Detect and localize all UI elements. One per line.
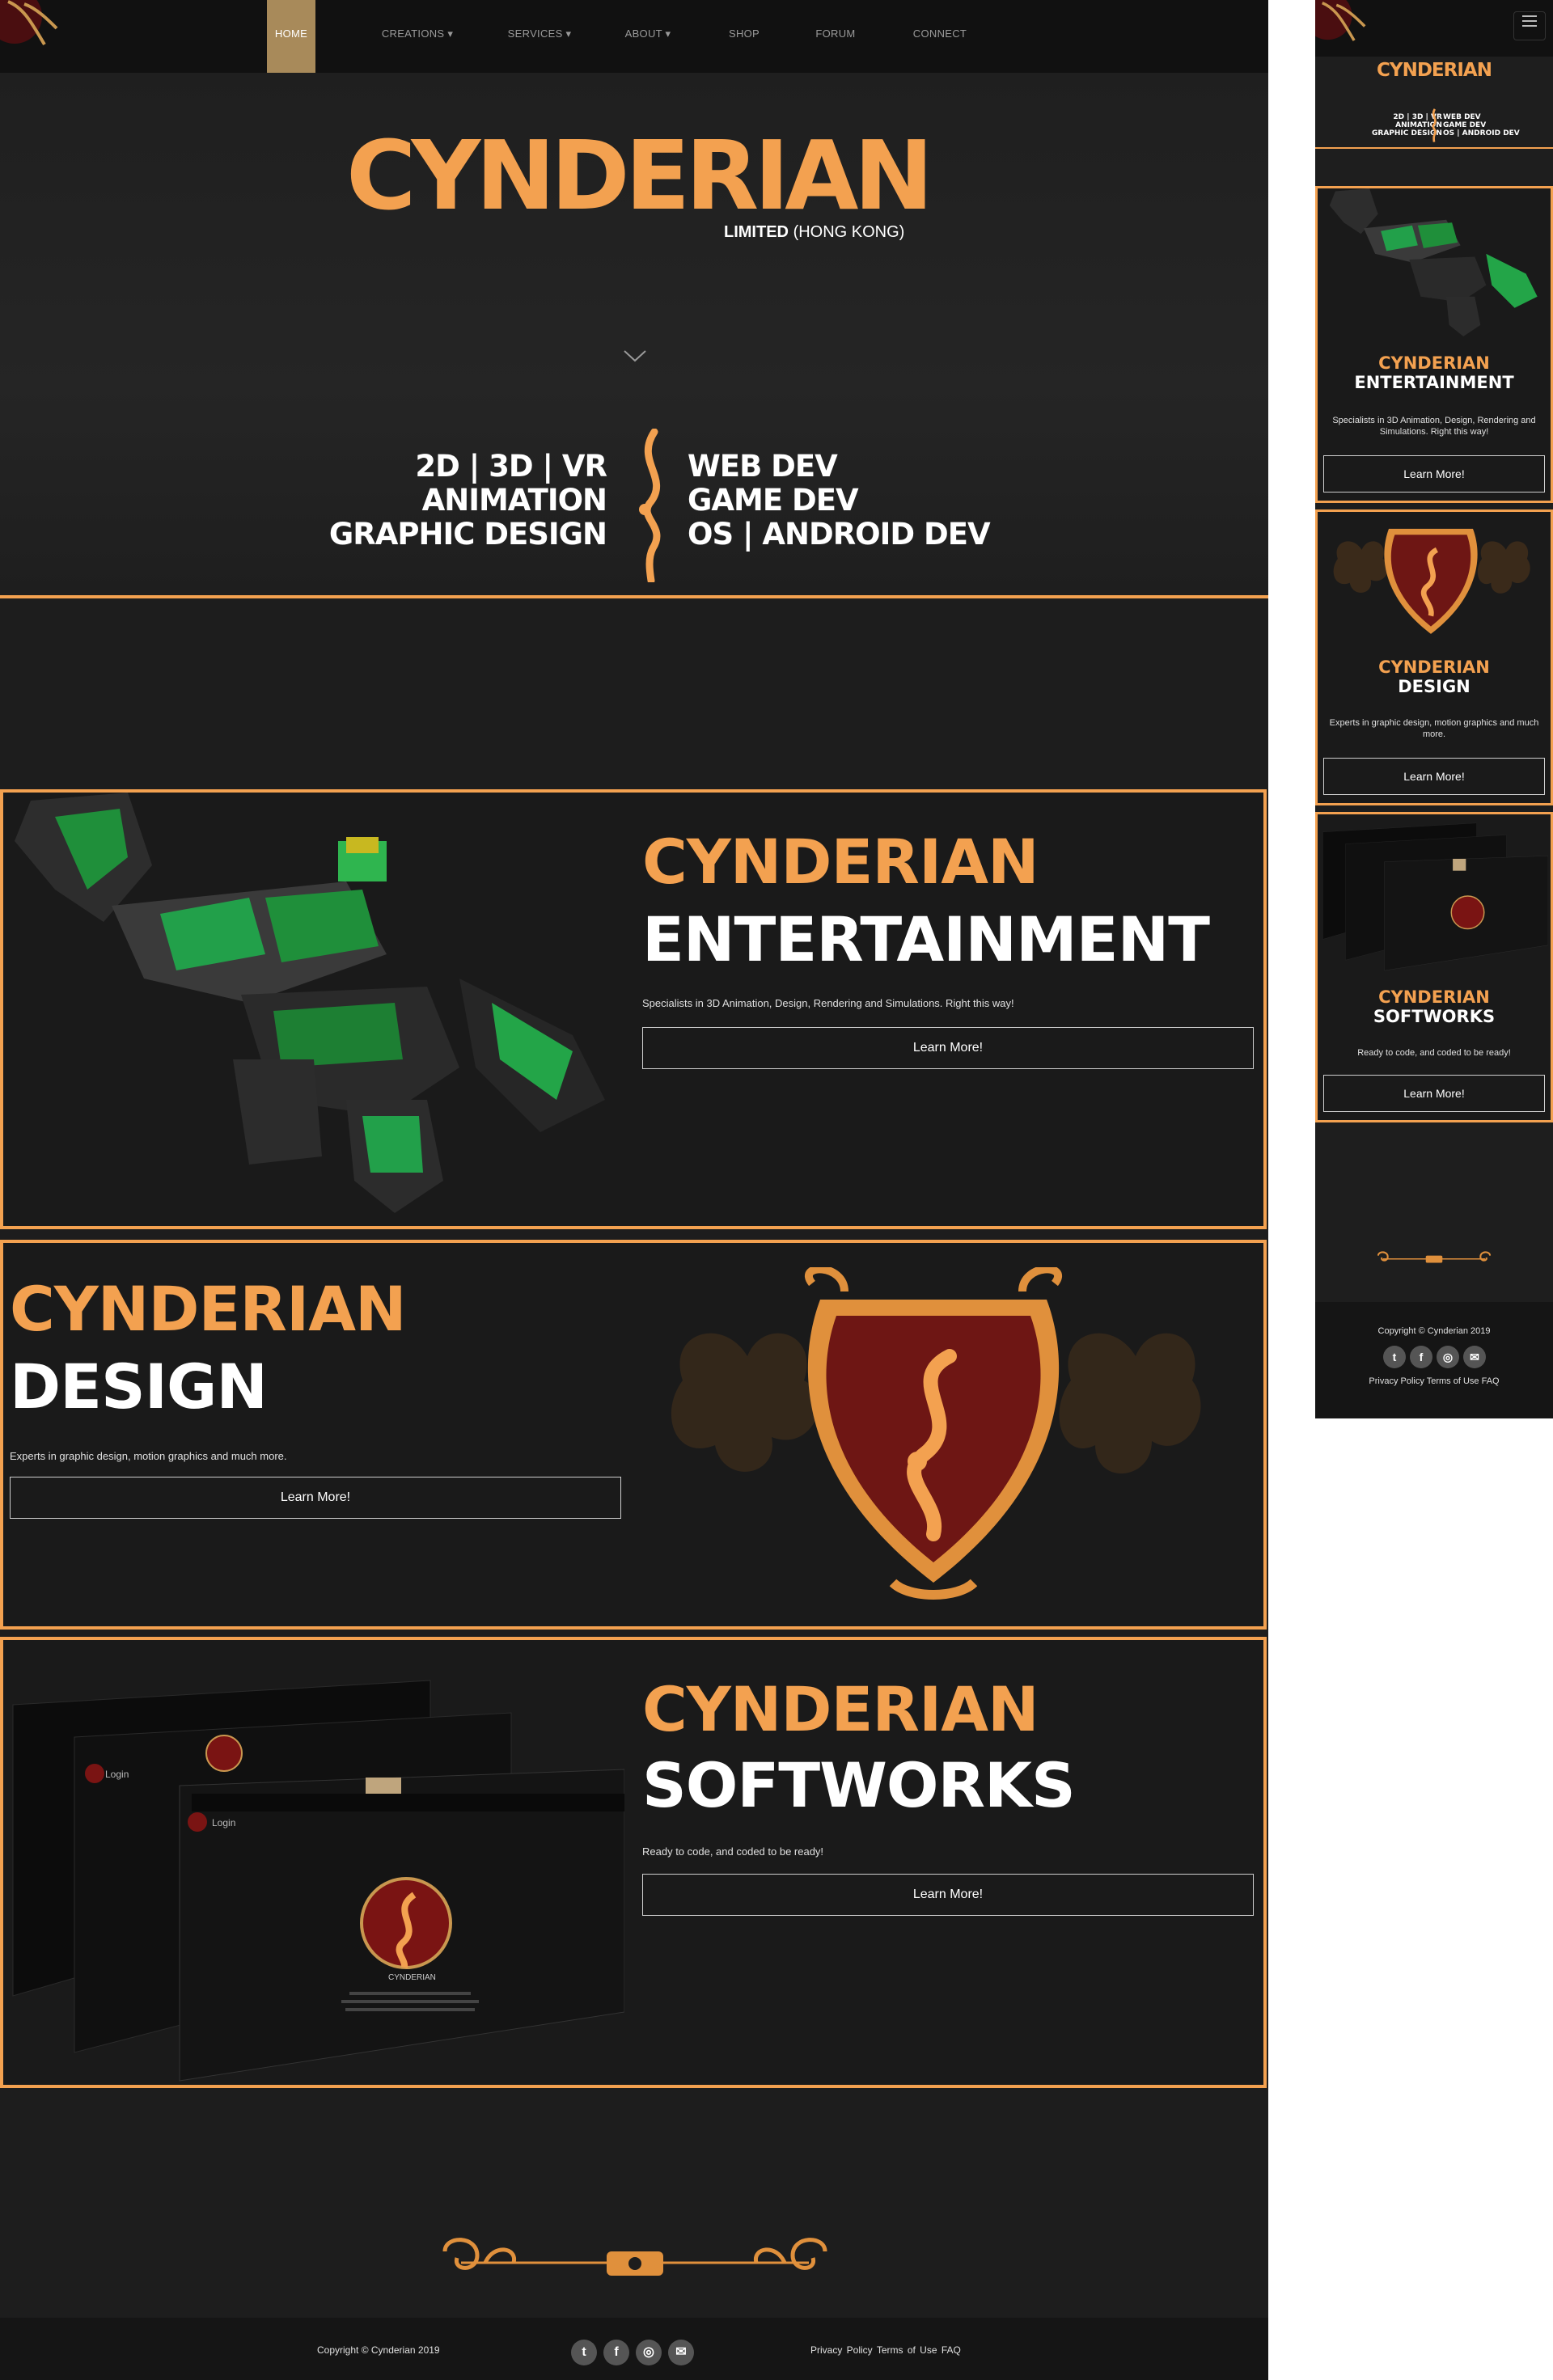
- faq-link[interactable]: FAQ: [1482, 1376, 1500, 1386]
- nav-shop[interactable]: SHOP: [724, 0, 764, 73]
- softworks-description: Ready to code, and coded to be ready!: [642, 1845, 824, 1858]
- mockup-login-text: Login: [105, 1769, 129, 1780]
- nav-forum[interactable]: FORUM: [811, 0, 860, 73]
- hero-tagline-left: 2D | 3D | VR ANIMATION GRAPHIC DESIGN: [329, 450, 607, 552]
- hero-tagline-right: WEB DEV GAME DEV OS | ANDROID DEV: [688, 449, 991, 552]
- entertainment-learn-more-button[interactable]: Learn More!: [642, 1027, 1254, 1069]
- nav-creations[interactable]: CREATIONS ▾: [379, 0, 456, 73]
- footer-links: Privacy Policy Terms of Use FAQ: [810, 2344, 961, 2356]
- design-description: Experts in graphic design, motion graphi…: [10, 1450, 287, 1462]
- mobile-softworks-learn-more-button[interactable]: Learn More!: [1323, 1075, 1545, 1112]
- design-learn-more-button[interactable]: Learn More!: [10, 1477, 621, 1519]
- mockup-login-text: Login: [212, 1817, 235, 1828]
- ornate-shield-image: [1333, 528, 1530, 634]
- hero-brand: CYNDERIAN: [346, 120, 933, 231]
- footer: [0, 2318, 1268, 2380]
- hamburger-menu-icon[interactable]: [1513, 11, 1546, 40]
- mobile-view: CYNDERIAN 2D | 3D | VR ANIMATION GRAPHIC…: [1315, 0, 1553, 1418]
- mobile-footer: [1315, 1302, 1553, 1418]
- mobile-footer-links: Privacy Policy Terms of Use FAQ: [1315, 1376, 1553, 1386]
- section-softworks: Login Login CYNDERIAN CYNDERIAN SOFTWORK…: [0, 1637, 1267, 2088]
- instagram-icon[interactable]: ◎: [636, 2340, 662, 2365]
- design-title-bottom: DESIGN: [10, 1351, 268, 1423]
- mobile-section-entertainment: CYNDERIAN ENTERTAINMENT Specialists in 3…: [1315, 186, 1553, 503]
- swirl-emblem-icon: [1432, 108, 1437, 142]
- design-title-top: CYNDERIAN: [10, 1273, 407, 1345]
- ornamental-divider-icon: [442, 2238, 827, 2276]
- mockup-caption-text: CYNDERIAN: [388, 1973, 436, 1982]
- tagline-left-line: 2D | 3D | VR: [415, 449, 607, 484]
- hero-divider: [0, 595, 1268, 598]
- tagline-right-line: WEB DEV: [688, 449, 838, 484]
- terms-of-use-link[interactable]: Terms of Use: [1427, 1376, 1479, 1386]
- mobile-tagline-line: GAME DEV: [1443, 121, 1487, 129]
- mobile-design-learn-more-button[interactable]: Learn More!: [1323, 758, 1545, 795]
- ornamental-divider-icon: [1377, 1251, 1492, 1263]
- tagline-left-line: ANIMATION: [421, 483, 607, 518]
- website-mockup-image: Login Login CYNDERIAN: [12, 1680, 624, 2082]
- mobile-section-design: CYNDERIAN DESIGN Experts in graphic desi…: [1315, 509, 1553, 805]
- chevron-down-icon[interactable]: [623, 348, 647, 364]
- ornate-shield-image: [671, 1267, 1201, 1600]
- nav-about[interactable]: ABOUT ▾: [620, 0, 676, 73]
- entertainment-description: Specialists in 3D Animation, Design, Ren…: [642, 997, 1014, 1009]
- mobile-design-title-top: CYNDERIAN: [1378, 657, 1490, 677]
- desktop-view: HOME CREATIONS ▾ SERVICES ▾ ABOUT ▾ SHOP…: [0, 0, 1268, 2380]
- twitter-icon[interactable]: t: [1383, 1346, 1406, 1368]
- mobile-hero-divider: [1315, 147, 1553, 149]
- nav-home[interactable]: HOME: [267, 0, 315, 73]
- tagline-right-line: OS | ANDROID DEV: [688, 517, 991, 552]
- mobile-entertainment-learn-more-button[interactable]: Learn More!: [1323, 455, 1545, 492]
- mobile-tagline-right: WEB DEV GAME DEV OS | ANDROID DEV: [1443, 113, 1520, 137]
- swirl-emblem-icon: [639, 429, 661, 582]
- logo-icon[interactable]: [1315, 0, 1372, 53]
- facebook-icon[interactable]: f: [603, 2340, 629, 2365]
- robot-render-image: [6, 793, 621, 1226]
- mobile-tagline-line: OS | ANDROID DEV: [1443, 129, 1520, 137]
- mobile-section-softworks: CYNDERIAN SOFTWORKS Ready to code, and c…: [1315, 812, 1553, 1122]
- entertainment-title-bottom: ENTERTAINMENT: [642, 903, 1210, 975]
- mobile-design-description: Experts in graphic design, motion graphi…: [1329, 718, 1539, 739]
- brand-sub-bold: LIMITED: [724, 223, 789, 241]
- terms-of-use-link[interactable]: Terms of Use: [877, 2344, 937, 2356]
- mobile-navbar: [1315, 0, 1553, 57]
- instagram-icon[interactable]: ◎: [1437, 1346, 1459, 1368]
- section-entertainment: CYNDERIAN ENTERTAINMENT Specialists in 3…: [0, 789, 1267, 1229]
- nav-services[interactable]: SERVICES ▾: [503, 0, 576, 73]
- website-mockup-image: [1322, 822, 1548, 971]
- mobile-design-title-bottom: DESIGN: [1398, 677, 1470, 696]
- mobile-entertainment-title-top: CYNDERIAN: [1378, 353, 1490, 373]
- privacy-policy-link[interactable]: Privacy Policy: [1369, 1376, 1424, 1386]
- hero-brand-sub: LIMITED (HONG KONG): [724, 223, 904, 242]
- faq-link[interactable]: FAQ: [942, 2344, 961, 2356]
- mobile-entertainment-title-bottom: ENTERTAINMENT: [1354, 373, 1514, 392]
- robot-render-image: [1329, 188, 1538, 336]
- email-icon[interactable]: ✉: [1463, 1346, 1486, 1368]
- brand-sub-light: (HONG KONG): [793, 223, 905, 241]
- nav-connect[interactable]: CONNECT: [908, 0, 972, 73]
- mobile-footer-copyright: Copyright © Cynderian 2019: [1377, 1326, 1491, 1336]
- mobile-entertainment-description: Specialists in 3D Animation, Design, Ren…: [1332, 416, 1536, 437]
- entertainment-title-top: CYNDERIAN: [642, 826, 1039, 898]
- softworks-learn-more-button[interactable]: Learn More!: [642, 1874, 1254, 1916]
- section-design: CYNDERIAN DESIGN Experts in graphic desi…: [0, 1240, 1267, 1630]
- tagline-right-line: GAME DEV: [688, 483, 859, 518]
- mobile-brand: CYNDERIAN: [1377, 60, 1492, 81]
- top-navbar: HOME CREATIONS ▾ SERVICES ▾ ABOUT ▾ SHOP…: [0, 0, 1268, 73]
- footer-copyright: Copyright © Cynderian 2019: [317, 2344, 440, 2356]
- mobile-softworks-description: Ready to code, and coded to be ready!: [1357, 1048, 1511, 1058]
- softworks-title-top: CYNDERIAN: [642, 1673, 1039, 1745]
- mobile-softworks-title-top: CYNDERIAN: [1378, 987, 1490, 1007]
- privacy-policy-link[interactable]: Privacy Policy: [810, 2344, 873, 2356]
- twitter-icon[interactable]: t: [571, 2340, 597, 2365]
- mobile-softworks-title-bottom: SOFTWORKS: [1373, 1007, 1496, 1026]
- email-icon[interactable]: ✉: [668, 2340, 694, 2365]
- softworks-title-bottom: SOFTWORKS: [642, 1749, 1076, 1821]
- facebook-icon[interactable]: f: [1410, 1346, 1432, 1368]
- tagline-left-line: GRAPHIC DESIGN: [328, 517, 607, 552]
- mobile-tagline-line: WEB DEV: [1443, 113, 1481, 121]
- logo-icon[interactable]: [0, 0, 65, 57]
